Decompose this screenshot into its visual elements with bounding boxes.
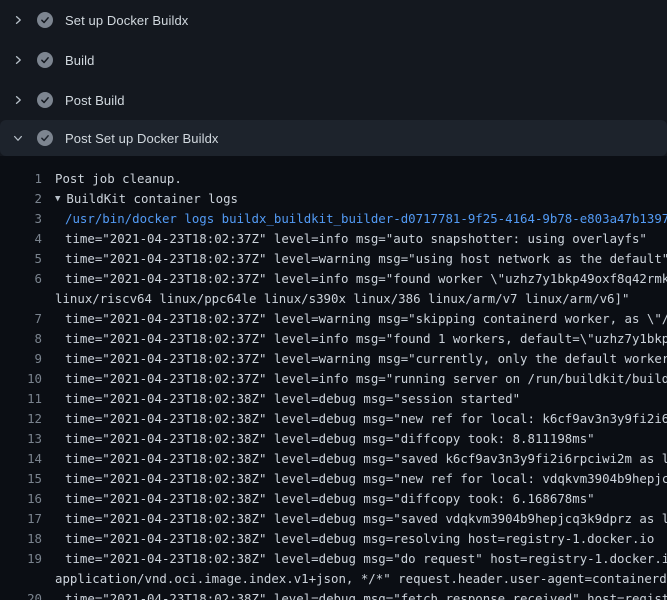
- log-line: 10 time="2021-04-23T18:02:37Z" level=inf…: [0, 369, 667, 389]
- log-text: time="2021-04-23T18:02:37Z" level=info m…: [42, 269, 667, 289]
- log-text: time="2021-04-23T18:02:38Z" level=debug …: [42, 489, 595, 509]
- log-text: time="2021-04-23T18:02:38Z" level=debug …: [42, 409, 667, 429]
- log-text: /usr/bin/docker logs buildx_buildkit_bui…: [42, 209, 667, 229]
- line-number[interactable]: [0, 289, 42, 309]
- log-line: linux/riscv64 linux/ppc64le linux/s390x …: [0, 289, 667, 309]
- line-number[interactable]: 15: [0, 469, 42, 489]
- log-line: 14 time="2021-04-23T18:02:38Z" level=deb…: [0, 449, 667, 469]
- log-text: time="2021-04-23T18:02:37Z" level=info m…: [42, 229, 647, 249]
- log-text: time="2021-04-23T18:02:38Z" level=debug …: [42, 549, 667, 569]
- line-number[interactable]: 6: [0, 269, 42, 289]
- log-line: 9 time="2021-04-23T18:02:37Z" level=warn…: [0, 349, 667, 369]
- line-number[interactable]: 11: [0, 389, 42, 409]
- log-line: 2 ▼BuildKit container logs: [0, 189, 667, 209]
- chevron-right-icon[interactable]: [10, 92, 26, 108]
- line-number[interactable]: 12: [0, 409, 42, 429]
- log-line: 20 time="2021-04-23T18:02:38Z" level=deb…: [0, 589, 667, 600]
- line-number[interactable]: 17: [0, 509, 42, 529]
- log-line: application/vnd.oci.image.index.v1+json,…: [0, 569, 667, 589]
- check-circle-icon: [37, 130, 53, 146]
- log-text: time="2021-04-23T18:02:37Z" level=warnin…: [42, 349, 667, 369]
- log-text: linux/riscv64 linux/ppc64le linux/s390x …: [42, 289, 629, 309]
- line-number[interactable]: 14: [0, 449, 42, 469]
- line-number[interactable]: [0, 569, 42, 589]
- step-row-build[interactable]: Build: [0, 40, 667, 80]
- log-line: 11 time="2021-04-23T18:02:38Z" level=deb…: [0, 389, 667, 409]
- log-line: 17 time="2021-04-23T18:02:38Z" level=deb…: [0, 509, 667, 529]
- line-number[interactable]: 19: [0, 549, 42, 569]
- line-number[interactable]: 8: [0, 329, 42, 349]
- step-row-post-build[interactable]: Post Build: [0, 80, 667, 120]
- step-label: Build: [65, 53, 94, 68]
- step-row-post-setup-docker-buildx[interactable]: Post Set up Docker Buildx: [0, 120, 667, 156]
- line-number[interactable]: 1: [0, 169, 42, 189]
- log-line: 18 time="2021-04-23T18:02:38Z" level=deb…: [0, 529, 667, 549]
- log-text: time="2021-04-23T18:02:38Z" level=debug …: [42, 469, 667, 489]
- log-line: 5 time="2021-04-23T18:02:37Z" level=warn…: [0, 249, 667, 269]
- step-label: Post Set up Docker Buildx: [65, 131, 219, 146]
- check-circle-icon: [37, 12, 53, 28]
- log-line: 16 time="2021-04-23T18:02:38Z" level=deb…: [0, 489, 667, 509]
- line-number[interactable]: 9: [0, 349, 42, 369]
- line-number[interactable]: 7: [0, 309, 42, 329]
- chevron-down-icon[interactable]: [10, 130, 26, 146]
- log-line: 4 time="2021-04-23T18:02:37Z" level=info…: [0, 229, 667, 249]
- log-text: time="2021-04-23T18:02:37Z" level=info m…: [42, 329, 667, 349]
- chevron-right-icon[interactable]: [10, 52, 26, 68]
- line-number[interactable]: 16: [0, 489, 42, 509]
- log-panel: 1 Post job cleanup. 2 ▼BuildKit containe…: [0, 156, 667, 600]
- line-number[interactable]: 13: [0, 429, 42, 449]
- log-text: time="2021-04-23T18:02:37Z" level=warnin…: [42, 249, 667, 269]
- step-row-setup-docker-buildx[interactable]: Set up Docker Buildx: [0, 0, 667, 40]
- log-text: time="2021-04-23T18:02:38Z" level=debug …: [42, 389, 520, 409]
- log-line: 12 time="2021-04-23T18:02:38Z" level=deb…: [0, 409, 667, 429]
- group-toggle-icon[interactable]: ▼: [55, 189, 60, 209]
- log-line: 15 time="2021-04-23T18:02:38Z" level=deb…: [0, 469, 667, 489]
- log-line: 6 time="2021-04-23T18:02:37Z" level=info…: [0, 269, 667, 289]
- line-number[interactable]: 18: [0, 529, 42, 549]
- workflow-log-viewer: Set up Docker Buildx Build Post Build: [0, 0, 667, 600]
- check-circle-icon: [37, 92, 53, 108]
- log-text: time="2021-04-23T18:02:38Z" level=debug …: [42, 449, 667, 469]
- line-number[interactable]: 10: [0, 369, 42, 389]
- steps-list: Set up Docker Buildx Build Post Build: [0, 0, 667, 156]
- log-text: time="2021-04-23T18:02:37Z" level=warnin…: [42, 309, 667, 329]
- log-text: time="2021-04-23T18:02:37Z" level=info m…: [42, 369, 667, 389]
- log-line: 1 Post job cleanup.: [0, 169, 667, 189]
- chevron-right-icon[interactable]: [10, 12, 26, 28]
- log-text: Post job cleanup.: [42, 169, 182, 189]
- log-text: ▼BuildKit container logs: [42, 189, 238, 209]
- log-line: 3 /usr/bin/docker logs buildx_buildkit_b…: [0, 209, 667, 229]
- log-text: time="2021-04-23T18:02:38Z" level=debug …: [42, 529, 654, 549]
- step-label: Post Build: [65, 93, 125, 108]
- log-line: 8 time="2021-04-23T18:02:37Z" level=info…: [0, 329, 667, 349]
- log-rows: 1 Post job cleanup. 2 ▼BuildKit containe…: [0, 169, 667, 600]
- check-circle-icon: [37, 52, 53, 68]
- line-number[interactable]: 5: [0, 249, 42, 269]
- log-text: application/vnd.oci.image.index.v1+json,…: [42, 569, 667, 589]
- line-number[interactable]: 3: [0, 209, 42, 229]
- line-number[interactable]: 20: [0, 589, 42, 600]
- step-label: Set up Docker Buildx: [65, 13, 188, 28]
- log-text: time="2021-04-23T18:02:38Z" level=debug …: [42, 589, 667, 600]
- log-line: 19 time="2021-04-23T18:02:38Z" level=deb…: [0, 549, 667, 569]
- line-number[interactable]: 2: [0, 189, 42, 209]
- log-line: 13 time="2021-04-23T18:02:38Z" level=deb…: [0, 429, 667, 449]
- log-line: 7 time="2021-04-23T18:02:37Z" level=warn…: [0, 309, 667, 329]
- line-number[interactable]: 4: [0, 229, 42, 249]
- log-text: time="2021-04-23T18:02:38Z" level=debug …: [42, 509, 667, 529]
- log-text: time="2021-04-23T18:02:38Z" level=debug …: [42, 429, 595, 449]
